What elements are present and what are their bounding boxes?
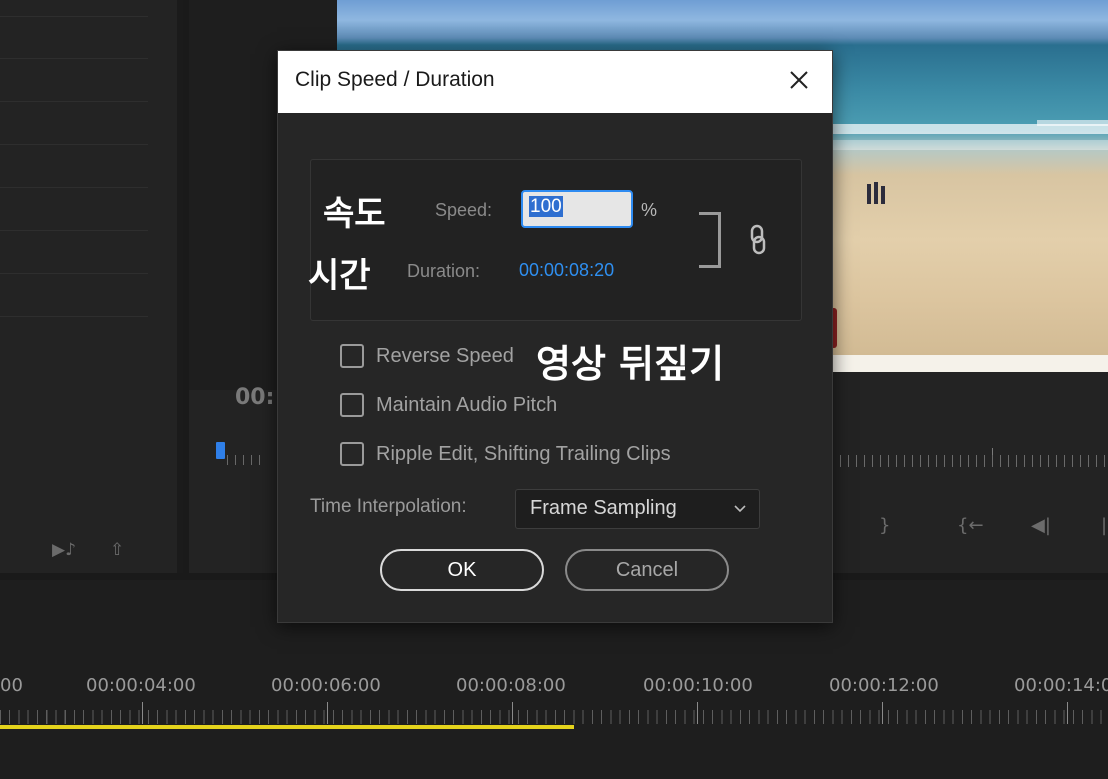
- checkbox-square[interactable]: [340, 393, 364, 417]
- wave-foam: [832, 140, 1108, 150]
- speed-label: Speed:: [435, 200, 493, 220]
- row-divider: [0, 144, 148, 145]
- go-to-in-icon[interactable]: {←: [957, 515, 984, 536]
- row-divider: [0, 101, 148, 102]
- wave-foam: [1037, 120, 1108, 126]
- row-divider: [0, 16, 148, 17]
- close-icon[interactable]: [784, 65, 814, 95]
- work-area-bar[interactable]: [0, 725, 574, 729]
- row-divider: [0, 187, 148, 188]
- play-icon[interactable]: |: [1101, 515, 1107, 536]
- export-frame-icon[interactable]: ⇧: [110, 540, 124, 560]
- time-ruler-label: 00:00:10:00: [643, 675, 753, 696]
- row-divider: [0, 58, 148, 59]
- time-interpolation-select[interactable]: Frame Sampling: [515, 489, 760, 529]
- duration-value[interactable]: 00:00:08:20: [519, 260, 614, 281]
- reverse-speed-checkbox[interactable]: Reverse Speed: [340, 341, 514, 371]
- insert-audio-icon[interactable]: ▶♪: [52, 540, 76, 560]
- time-ruler-label: 00:00:08:00: [456, 675, 566, 696]
- checkbox-label: Reverse Speed: [376, 344, 514, 367]
- dialog-titlebar[interactable]: Clip Speed / Duration: [278, 51, 832, 113]
- select-value: Frame Sampling: [530, 497, 677, 519]
- project-panel: ▶♪ ⇧: [0, 0, 183, 573]
- monitor-timecode: 00:: [235, 385, 275, 410]
- reverse-annotation: 영상 뒤짚기: [536, 342, 725, 386]
- row-divider: [0, 230, 148, 231]
- maintain-audio-pitch-checkbox[interactable]: Maintain Audio Pitch: [340, 390, 557, 420]
- duration-label: Duration:: [407, 261, 481, 281]
- checkbox-square[interactable]: [340, 442, 364, 466]
- row-divider: [0, 316, 148, 317]
- row-divider: [0, 273, 148, 274]
- duration-annotation: 시간: [308, 256, 371, 296]
- time-ruler-label: 00:00:14:0: [1014, 675, 1108, 696]
- link-bracket: [699, 212, 721, 268]
- time-ruler-label: 00: [0, 675, 23, 696]
- dialog-title: Clip Speed / Duration: [295, 68, 495, 91]
- white-vehicle: [832, 355, 1108, 372]
- speed-annotation: 속도: [323, 194, 386, 234]
- monitor-ruler[interactable]: [832, 455, 1108, 467]
- chevron-down-icon: [734, 505, 746, 513]
- time-interpolation-label: Time Interpolation:: [310, 496, 467, 517]
- speed-input[interactable]: 100: [521, 190, 633, 228]
- playhead-marker[interactable]: [216, 442, 225, 459]
- time-ruler-label: 00:00:06:00: [271, 675, 381, 696]
- checkbox-square[interactable]: [340, 344, 364, 368]
- ripple-edit-checkbox[interactable]: Ripple Edit, Shifting Trailing Clips: [340, 439, 671, 469]
- monitor-ruler-ticks: [227, 455, 267, 465]
- step-back-icon[interactable]: ◀|: [1031, 515, 1051, 536]
- mark-out-icon[interactable]: }: [879, 515, 890, 536]
- time-ruler-label: 00:00:04:00: [86, 675, 196, 696]
- checkbox-label: Maintain Audio Pitch: [376, 393, 558, 416]
- clip-speed-dialog: Clip Speed / Duration 속도 Speed: 100 % 시간…: [277, 50, 833, 623]
- people-on-beach: [865, 180, 889, 204]
- time-ruler-label: 00:00:12:00: [829, 675, 939, 696]
- panel-gutter: [177, 0, 183, 573]
- speed-duration-group: 속도 Speed: 100 % 시간 Duration: 00:00:08:20: [308, 159, 802, 321]
- speed-unit: %: [641, 200, 658, 220]
- checkbox-label: Ripple Edit, Shifting Trailing Clips: [376, 442, 671, 465]
- ok-button[interactable]: OK: [380, 549, 544, 591]
- time-ruler-major-ticks: [0, 702, 1108, 724]
- chain-link-icon[interactable]: [749, 224, 767, 256]
- cancel-button[interactable]: Cancel: [565, 549, 729, 591]
